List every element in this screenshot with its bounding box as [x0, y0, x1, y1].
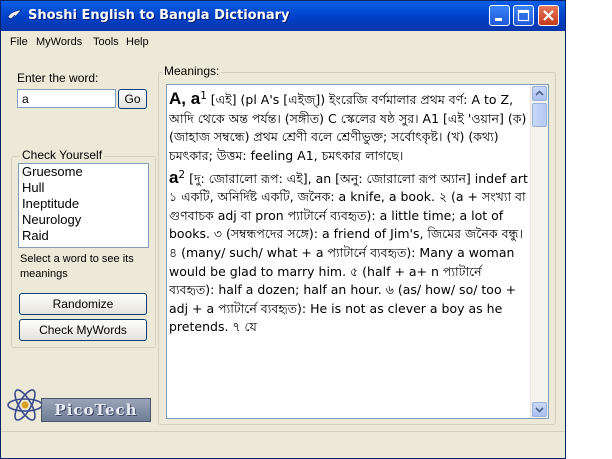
randomize-button[interactable]: Randomize	[19, 293, 147, 315]
meanings-panel[interactable]: A, a1 [এই] (pl A's [এইজ্]) ইংরেজি বর্ণমা…	[166, 84, 549, 419]
check-mywords-button[interactable]: Check MyWords	[19, 319, 147, 341]
menu-file[interactable]: File	[10, 36, 28, 48]
entry-1-superscript: 1	[200, 90, 207, 102]
enter-word-label: Enter the word:	[17, 71, 99, 85]
word-list[interactable]: Gruesome Hull Ineptitude Neurology Raid	[18, 163, 149, 248]
meanings-scrollbar[interactable]	[530, 85, 548, 418]
menu-tools[interactable]: Tools	[93, 36, 119, 48]
entry-1-headword: A, a	[169, 89, 201, 109]
atom-icon	[7, 389, 43, 421]
scroll-down-button[interactable]	[532, 402, 547, 417]
app-icon	[7, 9, 22, 21]
list-item[interactable]: Ineptitude	[19, 196, 148, 212]
minimize-icon	[495, 18, 502, 21]
list-item[interactable]: Neurology	[19, 212, 148, 228]
meaning-text: A, a1 [এই] (pl A's [এইজ্]) ইংরেজি বর্ণমা…	[169, 87, 529, 416]
app-window: Shoshi English to Bangla Dictionary File…	[0, 0, 566, 459]
maximize-icon	[517, 9, 530, 22]
entry-2-body: [দু: জোরালো রূপ: এই], an [অনু: জোরালো রূ…	[169, 170, 528, 335]
meanings-legend: Meanings:	[162, 64, 222, 78]
menu-mywords[interactable]: MyWords	[36, 36, 82, 48]
close-icon	[543, 10, 554, 21]
menu-bar: File MyWords Tools Help	[1, 34, 565, 52]
scroll-thumb[interactable]	[532, 103, 547, 127]
status-bar	[1, 431, 565, 458]
maximize-button[interactable]	[513, 5, 534, 26]
list-item[interactable]: Hull	[19, 180, 148, 196]
entry-1-body: [এই] (pl A's [এইজ্]) ইংরেজি বর্ণমালার প্…	[169, 92, 527, 163]
entry-1: A, a1 [এই] (pl A's [এইজ্]) ইংরেজি বর্ণমা…	[169, 87, 529, 166]
scroll-up-button[interactable]	[532, 86, 547, 101]
check-yourself-legend: Check Yourself	[20, 148, 105, 162]
menu-help[interactable]: Help	[126, 36, 149, 48]
word-input[interactable]	[17, 89, 116, 108]
title-bar[interactable]: Shoshi English to Bangla Dictionary	[1, 1, 565, 31]
entry-2: a2 [দু: জোরালো রূপ: এই], an [অনু: জোরালো…	[169, 166, 529, 338]
picotech-logo: PicoTech	[5, 384, 153, 424]
select-word-hint: Select a word to see its meanings	[20, 253, 134, 280]
list-item[interactable]: Raid	[19, 228, 148, 244]
go-button[interactable]: Go	[118, 89, 147, 109]
logo-text: PicoTech	[41, 398, 151, 422]
minimize-button[interactable]	[489, 5, 510, 26]
close-button[interactable]	[538, 5, 559, 26]
chevron-down-icon	[535, 407, 544, 413]
list-item[interactable]: Gruesome	[19, 164, 148, 180]
chevron-up-icon	[535, 90, 544, 96]
window-title: Shoshi English to Bangla Dictionary	[28, 8, 290, 23]
